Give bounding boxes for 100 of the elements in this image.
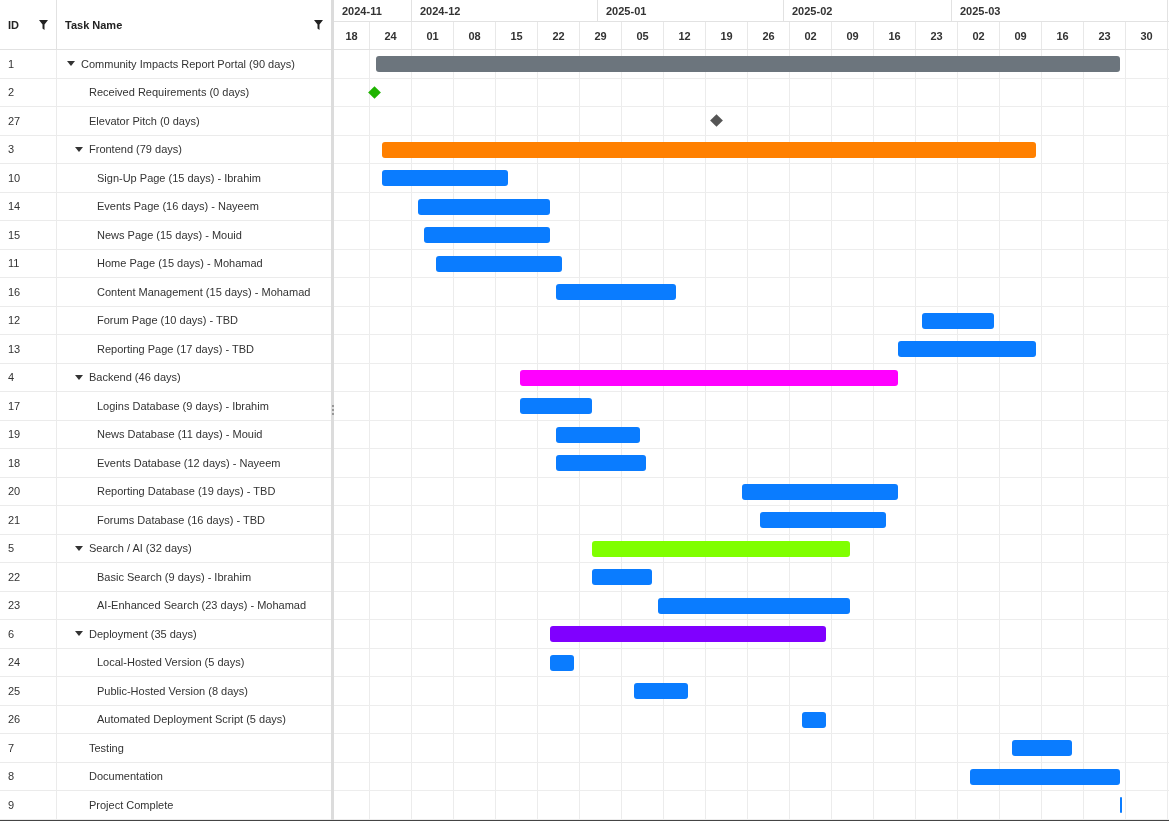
task-name: Events Database (12 days) - Nayeem [97,456,281,469]
task-name: Forums Database (16 days) - TBD [97,513,265,526]
task-id: 5 [0,534,57,562]
week-label: 30 [1126,22,1168,49]
task-name: Sign-Up Page (15 days) - Ibrahim [97,171,261,184]
task-name: News Page (15 days) - Mouid [97,228,242,241]
task-name: Frontend (79 days) [89,143,182,156]
task-bar[interactable] [802,711,826,728]
week-label: 24 [370,22,412,49]
task-id: 11 [0,249,57,277]
task-id: 25 [0,677,57,705]
task-id: 4 [0,363,57,391]
task-name: Content Management (15 days) - Mohamad [97,285,311,298]
task-bar[interactable] [418,198,550,215]
task-name: Events Page (16 days) - Nayeem [97,200,260,213]
week-label: 29 [580,22,622,49]
task-id: 17 [0,392,57,420]
week-label: 02 [790,22,832,49]
week-label: 01 [412,22,454,49]
task-id: 22 [0,563,57,591]
task-bar[interactable] [658,597,850,614]
column-header[interactable]: ID [0,0,57,49]
caret-icon[interactable] [75,374,83,380]
task-id: 7 [0,734,57,762]
week-label: 02 [958,22,1000,49]
task-id: 16 [0,278,57,306]
week-label: 09 [832,22,874,49]
task-name: Community Impacts Report Portal (90 days) [81,57,295,70]
week-label: 09 [1000,22,1042,49]
resize-handle-icon[interactable] [331,405,334,415]
task-bar[interactable] [382,141,1036,158]
filter-icon[interactable] [39,19,48,30]
task-id: 14 [0,192,57,220]
task-bar[interactable] [436,255,562,272]
month-label: 2024-12 [412,0,598,21]
task-name: Logins Database (9 days) - Ibrahim [97,399,269,412]
caret-icon[interactable] [67,61,75,67]
task-id: 27 [0,107,57,135]
task-id: 12 [0,306,57,334]
task-bar[interactable] [970,768,1120,785]
task-name: AI-Enhanced Search (23 days) - Mohamad [97,599,307,612]
task-id: 6 [0,620,57,648]
month-label: 2025-03 [952,0,1168,21]
month-label: 2025-02 [784,0,952,21]
week-label: 05 [622,22,664,49]
filter-icon[interactable] [314,19,323,30]
week-label: 26 [748,22,790,49]
task-name: Documentation [89,770,163,783]
task-id: 20 [0,477,57,505]
column-header[interactable]: Task Name [57,0,331,49]
week-label: 22 [538,22,580,49]
week-label: 23 [1084,22,1126,49]
caret-icon[interactable] [75,631,83,637]
column-title: ID [8,18,19,31]
task-name: Received Requirements (0 days) [89,86,250,99]
caret-icon[interactable] [75,146,83,152]
task-name: Backend (46 days) [89,371,181,384]
task-name: Reporting Database (19 days) - TBD [97,485,276,498]
task-id: 19 [0,420,57,448]
milestone-icon[interactable] [710,114,723,127]
week-label: 15 [496,22,538,49]
month-label: 2024-11 [334,0,412,21]
task-id: 10 [0,164,57,192]
task-name: News Database (11 days) - Mouid [97,428,263,441]
task-name: Automated Deployment Script (5 days) [97,713,286,726]
task-name: Local-Hosted Version (5 days) [97,656,245,669]
task-name: Public-Hosted Version (8 days) [97,684,248,697]
month-label: 2025-01 [598,0,784,21]
week-label: 18 [334,22,370,49]
task-id: 21 [0,506,57,534]
task-id: 9 [0,791,57,819]
column-title: Task Name [65,18,123,31]
week-label: 16 [874,22,916,49]
task-name: Reporting Page (17 days) - TBD [97,342,254,355]
task-id: 18 [0,449,57,477]
task-bar[interactable] [556,426,640,443]
task-id: 13 [0,335,57,363]
caret-icon[interactable] [75,545,83,551]
task-name: Basic Search (9 days) - Ibrahim [97,570,252,583]
task-bar[interactable] [520,369,898,386]
task-name: Home Page (15 days) - Mohamad [97,257,263,270]
task-name: Deployment (35 days) [89,627,197,640]
task-name: Project Complete [89,798,174,811]
task-name: Search / AI (32 days) [89,542,192,555]
task-id: 24 [0,648,57,676]
task-id: 26 [0,705,57,733]
task-bar[interactable] [550,654,574,671]
task-id: 8 [0,762,57,790]
week-label: 19 [706,22,748,49]
week-label: 08 [454,22,496,49]
task-name: Testing [89,741,124,754]
task-name: Elevator Pitch (0 days) [89,114,200,127]
task-bar[interactable] [922,312,994,329]
week-label: 16 [1042,22,1084,49]
week-label: 23 [916,22,958,49]
task-name: Forum Page (10 days) - TBD [97,314,238,327]
task-bar[interactable] [742,483,898,500]
task-id: 1 [0,50,57,78]
week-label: 12 [664,22,706,49]
task-id: 3 [0,135,57,163]
